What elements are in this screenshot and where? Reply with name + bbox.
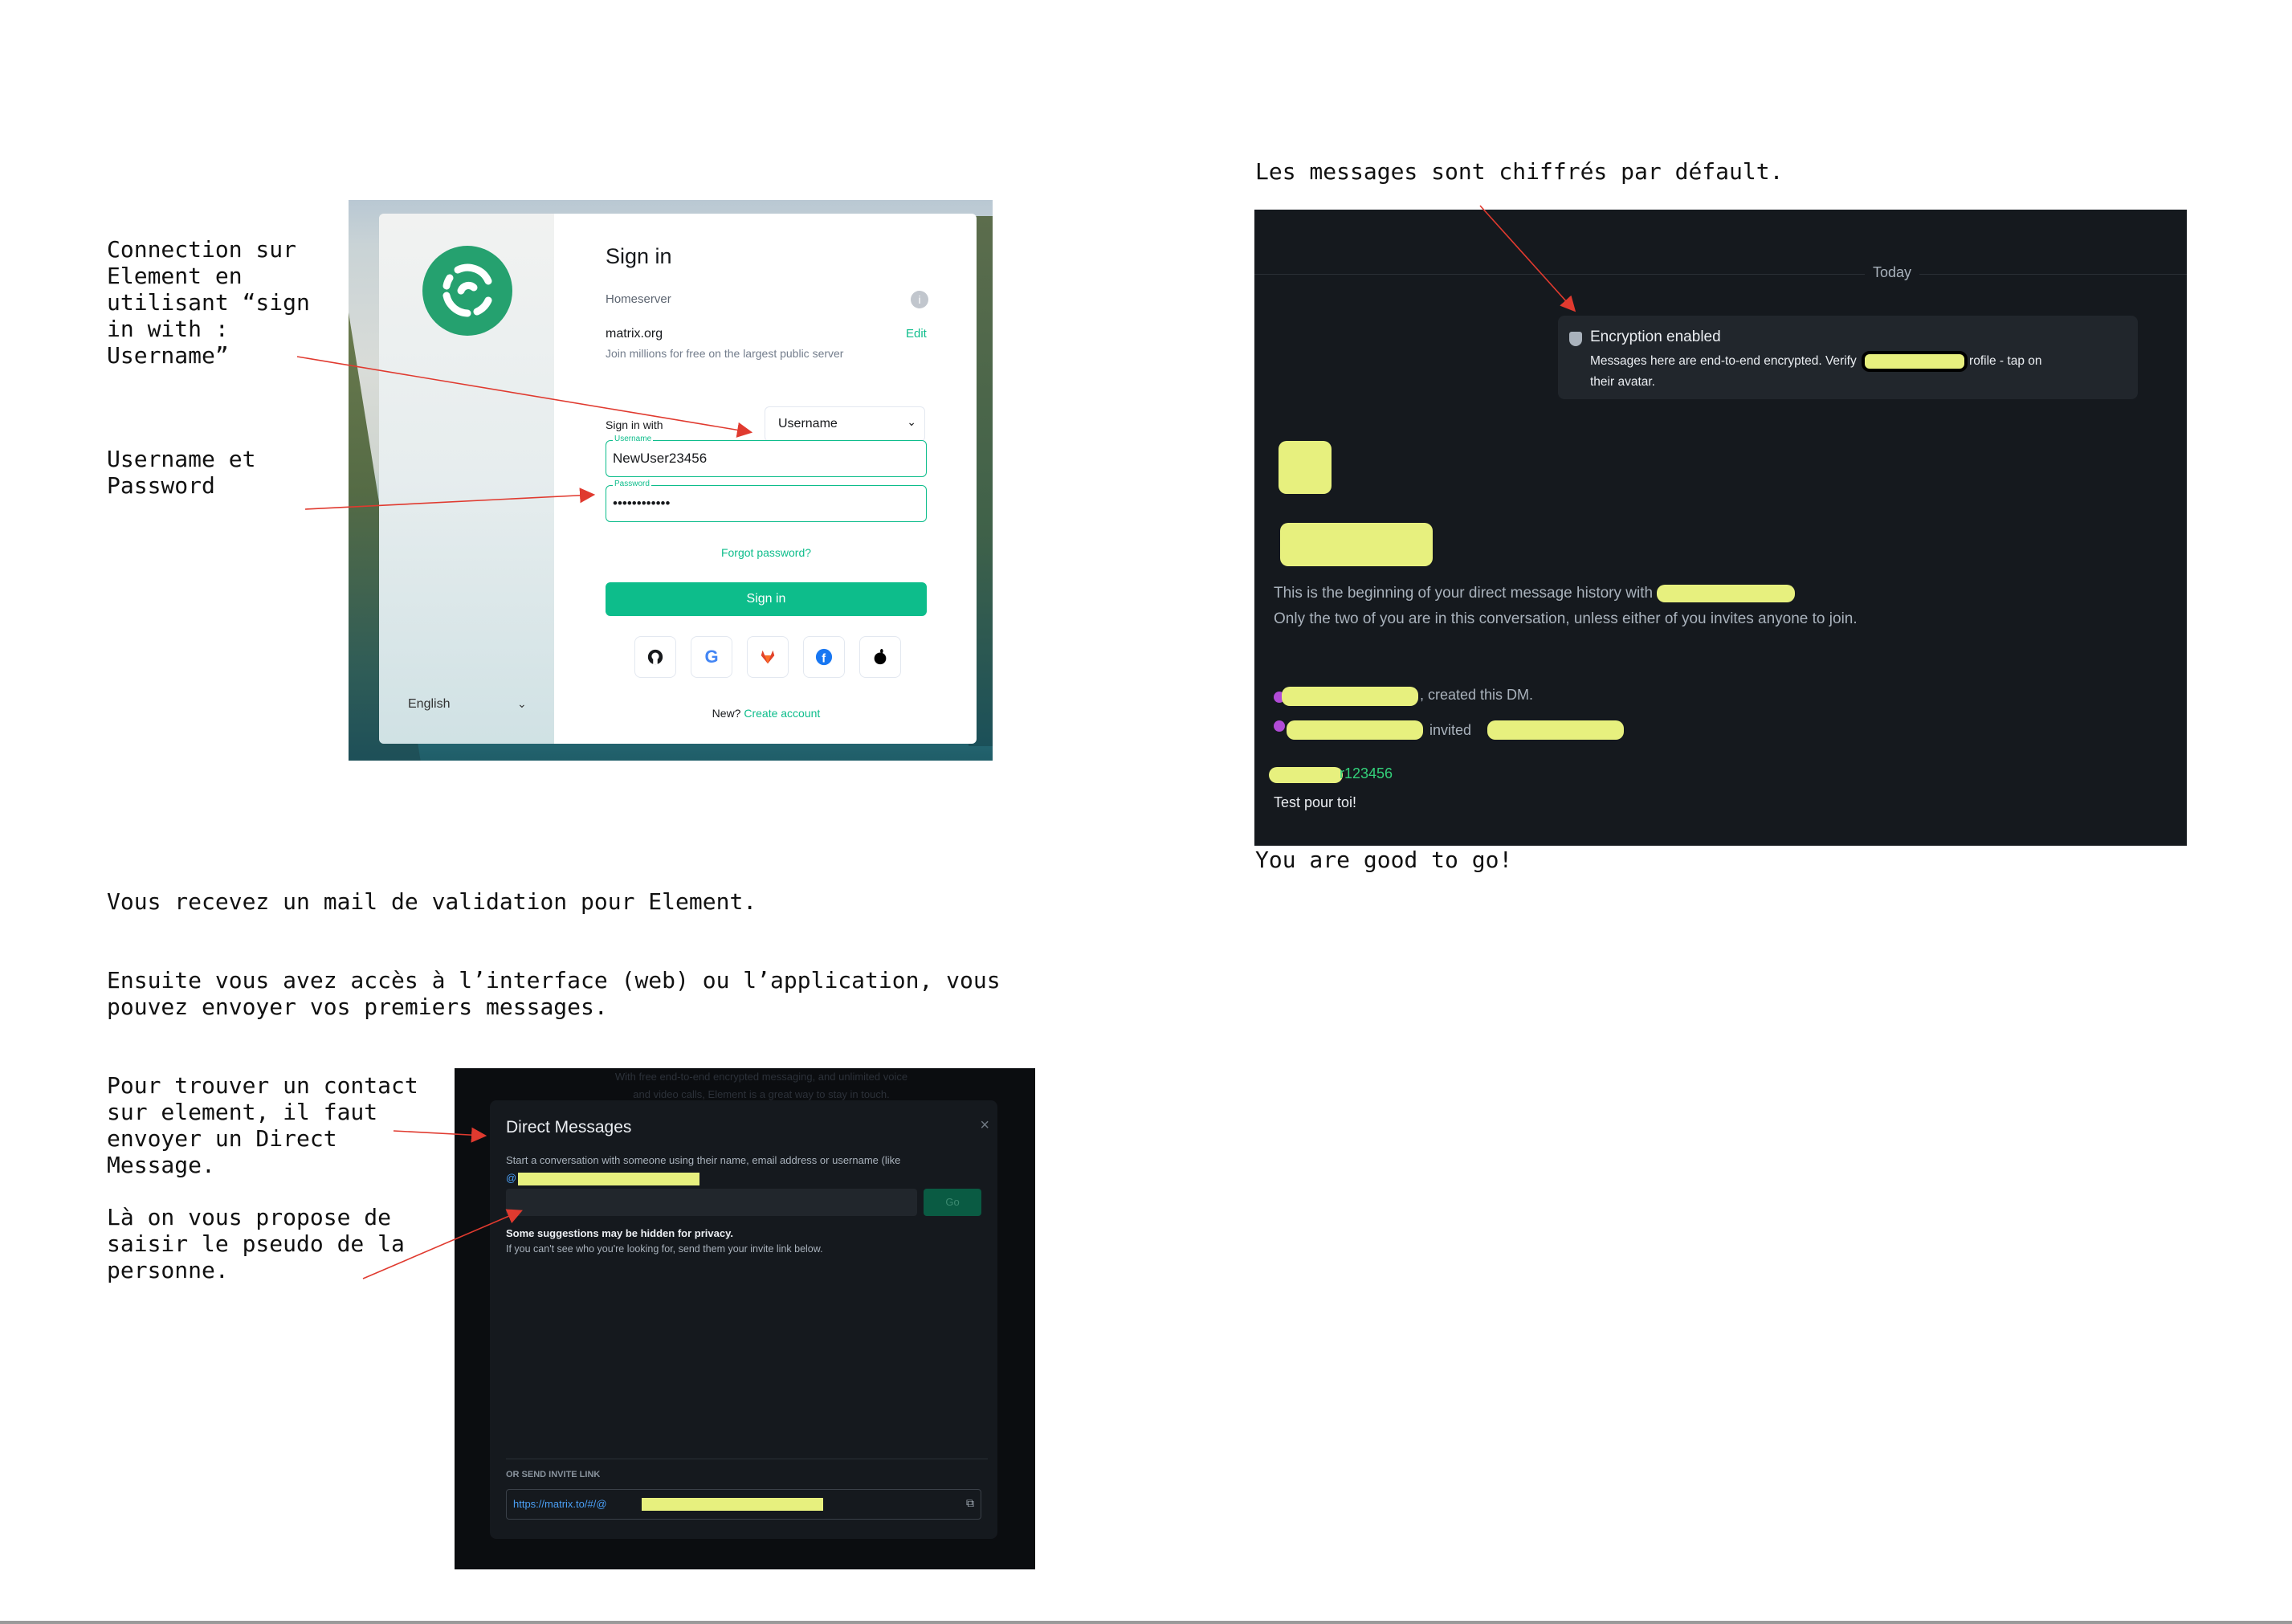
language-select[interactable]: English — [408, 697, 450, 712]
new-prefix: New? — [712, 707, 741, 720]
dialog-subtitle-text: Start a conversation with someone using … — [506, 1154, 901, 1166]
shield-icon — [1569, 332, 1582, 346]
signin-side-panel: English ⌄ — [379, 214, 554, 744]
signin-title: Sign in — [606, 244, 672, 268]
signin-form: Sign in Homeserver i matrix.org Edit Joi… — [554, 214, 977, 744]
sign-in-button[interactable]: Sign in — [606, 582, 927, 616]
close-icon[interactable]: × — [980, 1116, 989, 1135]
dialog-subtitle: Start a conversation with someone using … — [506, 1152, 988, 1187]
note-access: Ensuite vous avez accès à l’interface (w… — [107, 967, 1001, 1020]
github-icon[interactable] — [634, 636, 676, 678]
invite-link[interactable]: https://matrix.to/#/@ — [513, 1498, 607, 1510]
chevron-down-icon: ⌄ — [907, 415, 916, 428]
avatar — [1274, 720, 1285, 732]
suggestions-help: If you can't see who you're looking for,… — [506, 1243, 823, 1255]
chat-screenshot: Today Encryption enabled Messages here a… — [1254, 210, 2187, 846]
signin-card: English ⌄ Sign in Homeserver i matrix.or… — [379, 214, 977, 744]
subtitle-at: @ — [506, 1172, 517, 1184]
svg-text:f: f — [822, 652, 826, 665]
redacted-name — [1487, 720, 1624, 740]
homeserver-label: Homeserver — [606, 292, 671, 306]
redacted-name — [1657, 584, 1796, 602]
username-field-label: Username — [613, 435, 654, 443]
redacted-name — [1282, 687, 1418, 706]
redacted-avatar — [1279, 441, 1332, 494]
dialog-title: Direct Messages — [506, 1118, 632, 1136]
redacted-username — [642, 1498, 823, 1511]
created-dm-event: , created this DM. — [1420, 687, 1534, 703]
homeserver-description: Join millions for free on the largest pu… — [606, 347, 844, 360]
password-field[interactable]: Password •••••••••••• — [606, 479, 927, 522]
redacted-name — [1862, 351, 1968, 372]
note-username-password: Username et Password — [107, 446, 256, 499]
direct-messages-screenshot: With free end-to-end encrypted messaging… — [455, 1068, 1035, 1569]
note-good-to-go: You are good to go! — [1255, 847, 1513, 873]
go-button[interactable]: Go — [924, 1189, 981, 1216]
page-bottom-rule — [0, 1621, 2292, 1624]
create-account-link[interactable]: Create account — [744, 707, 820, 720]
dm-beginning-line-2: Only the two of you are in this conversa… — [1274, 610, 1858, 627]
date-separator-line — [1254, 274, 2187, 275]
message-body: Test pour toi! — [1274, 794, 1357, 810]
encryption-body-text-1: Messages here are end-to-end encrypted. … — [1590, 354, 1857, 369]
homeserver-name: matrix.org — [606, 327, 663, 341]
background-text-2: and video calls, Element is a great way … — [633, 1088, 890, 1100]
info-icon[interactable]: i — [911, 291, 928, 308]
invited-event: invited — [1429, 722, 1472, 738]
username-field[interactable]: Username NewUser23456 — [606, 435, 927, 477]
google-icon[interactable]: G — [691, 636, 732, 678]
redacted-username — [518, 1172, 700, 1185]
chevron-down-icon[interactable]: ⌄ — [517, 697, 527, 711]
element-logo-icon — [422, 246, 512, 336]
redacted-display-name — [1280, 523, 1433, 566]
note-connect: Connection sur Element en utilisant “sig… — [107, 236, 310, 369]
copy-icon[interactable]: ⧉ — [966, 1496, 974, 1510]
username-field-value: NewUser23456 — [613, 451, 708, 466]
encryption-body-text-2: rofile - tap on — [1969, 354, 2042, 369]
encryption-body-text-3: their avatar. — [1590, 375, 1655, 390]
forgot-password-link[interactable]: Forgot password? — [606, 546, 927, 559]
background-text-1: With free end-to-end encrypted messaging… — [614, 1071, 908, 1083]
invite-link-field[interactable]: https://matrix.to/#/@ ⧉ — [506, 1489, 981, 1520]
sign-in-with-label: Sign in with — [606, 418, 663, 431]
redacted-name — [1287, 720, 1423, 740]
note-validation-mail: Vous recevez un mail de validation pour … — [107, 888, 757, 915]
encryption-body: Messages here are end-to-end encrypted. … — [1590, 351, 2120, 393]
signin-screenshot: English ⌄ Sign in Homeserver i matrix.or… — [349, 200, 993, 761]
background-text: With free end-to-end encrypted messaging… — [569, 1068, 954, 1104]
apple-icon[interactable] — [859, 636, 901, 678]
date-separator-label: Today — [1865, 264, 1920, 281]
dm-beginning-line-1: This is the beginning of your direct mes… — [1274, 585, 1654, 602]
direct-messages-dialog: Direct Messages × Start a conversation w… — [490, 1100, 997, 1539]
encryption-notice: Encryption enabled Messages here are end… — [1558, 316, 2138, 399]
login-method-select[interactable]: Username ⌄ — [765, 406, 925, 442]
new-account-row: New? Create account — [606, 707, 927, 720]
login-method-value: Username — [778, 417, 838, 430]
gitlab-icon[interactable] — [747, 636, 789, 678]
encryption-title: Encryption enabled — [1590, 328, 1721, 345]
note-find-contact: Pour trouver un contact sur element, il … — [107, 1072, 418, 1178]
dm-beginning-text: This is the beginning of your direct mes… — [1274, 581, 1858, 632]
password-field-value: •••••••••••• — [613, 496, 671, 511]
search-input[interactable] — [506, 1189, 917, 1216]
password-field-label: Password — [613, 479, 651, 488]
note-enter-username: Là on vous propose de saisir le pseudo d… — [107, 1204, 405, 1283]
invite-link-heading: OR SEND INVITE LINK — [506, 1470, 601, 1479]
message-sender[interactable]: r123456 — [1340, 765, 1393, 782]
facebook-icon[interactable]: f — [803, 636, 845, 678]
homeserver-edit-link[interactable]: Edit — [906, 327, 927, 341]
note-encrypted-default: Les messages sont chiffrés par défault. — [1255, 158, 1784, 185]
redacted-sender — [1269, 767, 1343, 783]
suggestions-hidden-title: Some suggestions may be hidden for priva… — [506, 1227, 733, 1239]
